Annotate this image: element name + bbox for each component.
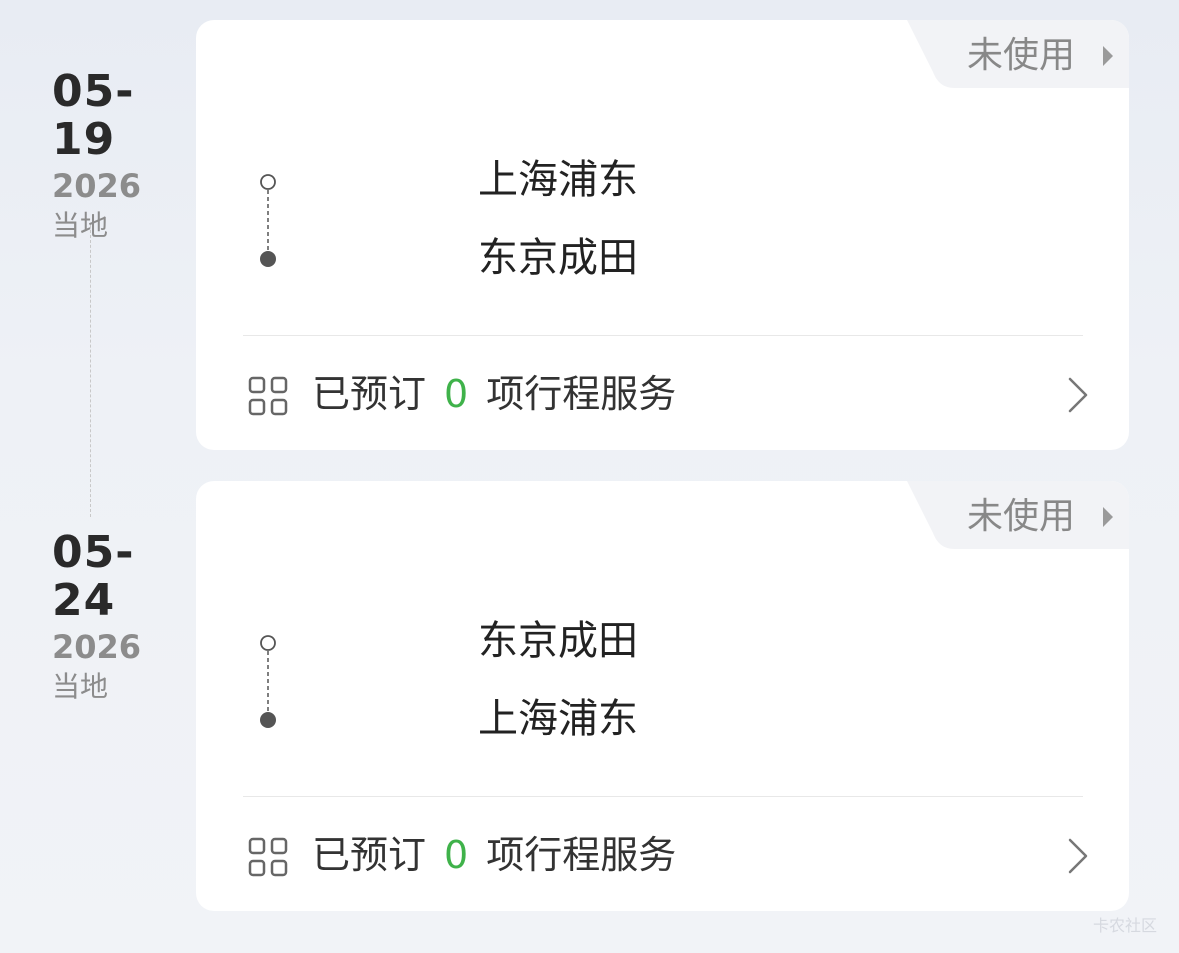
play-arrow-icon bbox=[1103, 46, 1113, 66]
divider bbox=[243, 796, 1083, 797]
status-badge[interactable]: 未使用 bbox=[907, 20, 1129, 88]
services-summary: 已预订 0 项行程服务 bbox=[312, 370, 676, 418]
status-label: 未使用 bbox=[967, 35, 1076, 76]
services-suffix: 项行程服务 bbox=[486, 833, 677, 877]
timezone-label: 当地 bbox=[52, 209, 109, 242]
services-prefix: 已预订 bbox=[312, 372, 427, 416]
watermark: 卡农社区 bbox=[1092, 916, 1157, 935]
arrival-city: 东京成田 bbox=[478, 235, 638, 281]
services-summary: 已预订 0 项行程服务 bbox=[312, 831, 676, 879]
services-count: 0 bbox=[444, 372, 469, 416]
chevron-right-icon bbox=[1068, 838, 1088, 874]
trip-date: 05-24 bbox=[52, 527, 135, 626]
route-line-icon bbox=[260, 635, 276, 728]
status-badge[interactable]: 未使用 bbox=[907, 481, 1129, 549]
status-label: 未使用 bbox=[967, 496, 1076, 537]
trip-year: 2026 bbox=[52, 167, 142, 205]
trip-year: 2026 bbox=[52, 628, 142, 666]
timezone-label: 当地 bbox=[52, 670, 109, 703]
divider bbox=[243, 335, 1083, 336]
timeline-connector bbox=[90, 225, 91, 517]
trip-date-block: 05-24 2026 当地 bbox=[52, 529, 192, 707]
services-row[interactable]: 已预订 0 项行程服务 bbox=[248, 370, 1089, 420]
chevron-right-icon bbox=[1068, 377, 1088, 413]
services-count: 0 bbox=[444, 833, 469, 877]
trip-card[interactable]: 未使用 东京成田 上海浦东 已预订 0 项行程服务 bbox=[196, 481, 1129, 911]
services-suffix: 项行程服务 bbox=[486, 372, 677, 416]
departure-city: 上海浦东 bbox=[478, 157, 638, 203]
play-arrow-icon bbox=[1103, 507, 1113, 527]
grid-icon bbox=[248, 376, 288, 416]
trip-date-block: 05-19 2026 当地 bbox=[52, 68, 192, 246]
services-row[interactable]: 已预订 0 项行程服务 bbox=[248, 831, 1089, 881]
services-prefix: 已预订 bbox=[312, 833, 427, 877]
trip-date: 05-19 bbox=[52, 66, 135, 165]
route-line-icon bbox=[260, 174, 276, 267]
arrival-city: 上海浦东 bbox=[478, 696, 638, 742]
grid-icon bbox=[248, 837, 288, 877]
trip-card[interactable]: 未使用 上海浦东 东京成田 已预订 0 项行程服务 bbox=[196, 20, 1129, 450]
departure-city: 东京成田 bbox=[478, 618, 638, 664]
